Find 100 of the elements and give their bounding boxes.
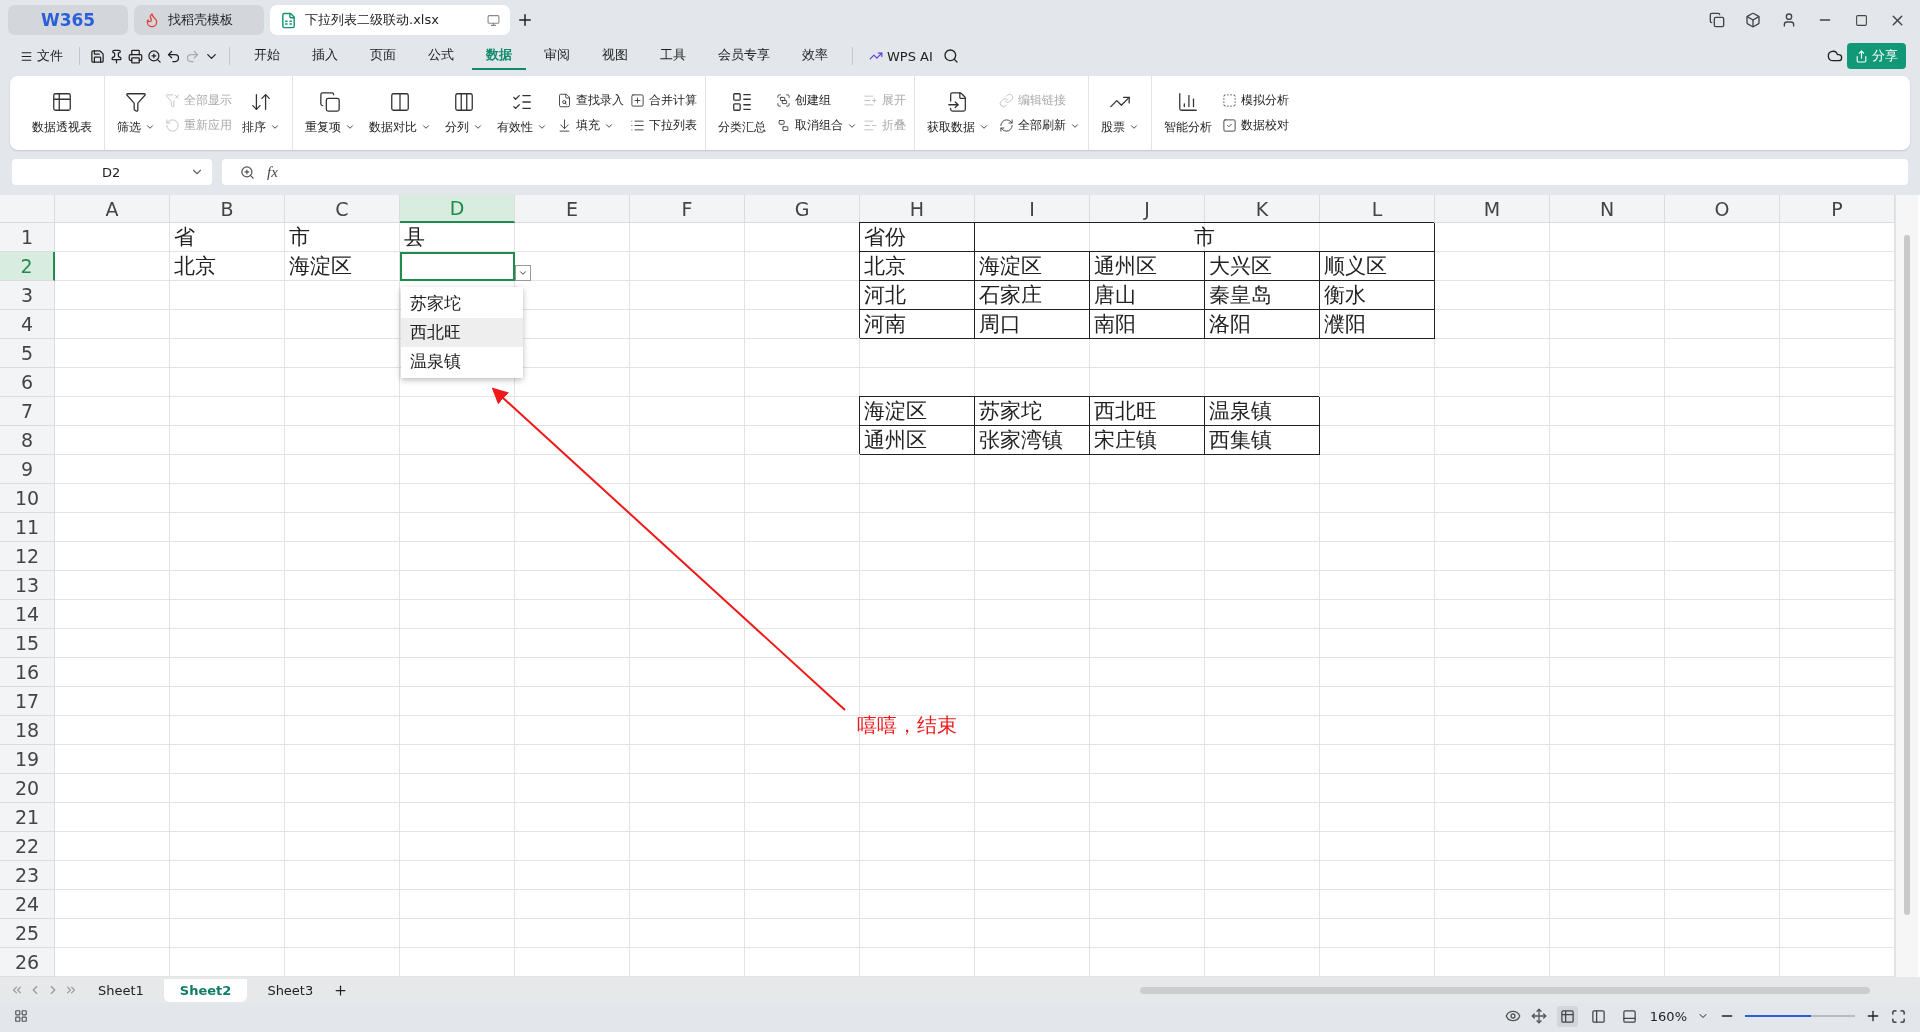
menu-tab[interactable]: 开始 (240, 42, 294, 70)
ribbon-button[interactable]: 筛选 (113, 90, 159, 136)
print-icon[interactable] (128, 48, 143, 64)
avatar-icon[interactable] (1781, 12, 1797, 28)
row-header[interactable]: 24 (0, 890, 55, 919)
row-header[interactable]: 2 (0, 252, 55, 281)
ribbon-button[interactable]: 智能分析 (1160, 90, 1216, 136)
sheet-tab[interactable]: Sheet3 (251, 978, 330, 1002)
column-header[interactable]: O (1665, 195, 1780, 223)
column-header[interactable]: P (1780, 195, 1895, 223)
share-button[interactable]: 分享 (1847, 43, 1906, 69)
ribbon-button[interactable]: 合并计算 (630, 92, 697, 109)
file-menu[interactable]: 文件 (14, 45, 69, 67)
row-header[interactable]: 3 (0, 281, 55, 310)
row-header[interactable]: 22 (0, 832, 55, 861)
add-sheet-icon[interactable] (333, 982, 349, 998)
title-tab[interactable]: 找稻壳模板 (134, 5, 264, 35)
cube-icon[interactable] (1745, 12, 1761, 28)
ribbon-button[interactable]: 数据对比 (365, 90, 435, 136)
row-header[interactable]: 8 (0, 426, 55, 455)
column-header[interactable]: L (1320, 195, 1435, 223)
ribbon-button[interactable]: 股票 (1097, 90, 1143, 136)
column-header[interactable]: I (975, 195, 1090, 223)
scrollbar-thumb[interactable] (1904, 235, 1910, 915)
column-header[interactable]: N (1550, 195, 1665, 223)
ai-button[interactable]: WPS AI (863, 46, 939, 66)
row-header[interactable]: 21 (0, 803, 55, 832)
column-header[interactable]: D (400, 195, 515, 223)
ribbon-button[interactable]: 查找录入 (557, 92, 624, 109)
title-tab[interactable]: 下拉列表二级联动.xlsx (270, 5, 510, 35)
column-header[interactable]: C (285, 195, 400, 223)
column-header[interactable]: H (860, 195, 975, 223)
row-header[interactable]: 4 (0, 310, 55, 339)
menu-tab[interactable]: 公式 (414, 42, 468, 70)
row-header[interactable]: 11 (0, 513, 55, 542)
dropdown-option[interactable]: 温泉镇 (401, 347, 523, 376)
row-header[interactable]: 6 (0, 368, 55, 397)
row-header[interactable]: 15 (0, 629, 55, 658)
zoom-icon[interactable] (240, 164, 255, 180)
column-header[interactable]: K (1205, 195, 1320, 223)
row-header[interactable]: 14 (0, 600, 55, 629)
ribbon-button[interactable]: 取消组合 (776, 117, 857, 134)
row-header[interactable]: 19 (0, 745, 55, 774)
ribbon-button[interactable]: 创建组 (776, 92, 857, 109)
horizontal-scrollbar[interactable] (1140, 986, 1870, 994)
row-header[interactable]: 10 (0, 484, 55, 513)
row-header[interactable]: 1 (0, 223, 55, 252)
ribbon-button[interactable]: 分类汇总 (714, 90, 770, 136)
title-tab[interactable]: W365 (8, 5, 128, 35)
view-mode-button[interactable] (1556, 1005, 1578, 1027)
row-header[interactable]: 23 (0, 861, 55, 890)
selected-cell[interactable] (400, 252, 515, 281)
ribbon-button[interactable]: 有效性 (493, 90, 551, 136)
name-box[interactable]: D2 (12, 159, 212, 185)
column-header[interactable]: J (1090, 195, 1205, 223)
row-header[interactable]: 26 (0, 948, 55, 977)
row-header[interactable]: 7 (0, 397, 55, 426)
row-header[interactable]: 17 (0, 687, 55, 716)
column-header[interactable]: E (515, 195, 630, 223)
menu-tab[interactable]: 会员专享 (704, 42, 784, 70)
column-header[interactable]: B (170, 195, 285, 223)
column-header[interactable]: M (1435, 195, 1550, 223)
menu-tab[interactable]: 工具 (646, 42, 700, 70)
fullscreen-icon[interactable] (1891, 1008, 1906, 1024)
column-header[interactable]: F (630, 195, 745, 223)
dropdown-option[interactable]: 苏家坨 (401, 289, 523, 318)
dropdown-button[interactable] (515, 265, 531, 281)
row-header[interactable]: 5 (0, 339, 55, 368)
ribbon-button[interactable]: 下拉列表 (630, 117, 697, 134)
menu-tab[interactable]: 效率 (788, 42, 842, 70)
undo-icon[interactable] (166, 48, 181, 64)
ribbon-button[interactable]: 全部刷新 (999, 117, 1080, 134)
column-header[interactable]: G (745, 195, 860, 223)
menu-tab[interactable]: 插入 (298, 42, 352, 70)
ribbon-button[interactable]: 模拟分析 (1222, 92, 1289, 109)
row-header[interactable]: 20 (0, 774, 55, 803)
new-tab-icon[interactable] (516, 11, 534, 29)
copy-icon[interactable] (1709, 12, 1725, 28)
ribbon-button[interactable]: 数据透视表 (28, 90, 96, 136)
search-icon[interactable] (942, 48, 959, 64)
row-header[interactable]: 9 (0, 455, 55, 484)
cloud-icon[interactable] (1827, 48, 1843, 64)
row-header[interactable]: 12 (0, 542, 55, 571)
ribbon-button[interactable]: 获取数据 (923, 90, 993, 136)
ribbon-button[interactable]: 分列 (441, 90, 487, 136)
pin-icon[interactable] (109, 48, 124, 64)
row-header[interactable]: 25 (0, 919, 55, 948)
column-header[interactable]: A (55, 195, 170, 223)
row-header[interactable]: 16 (0, 658, 55, 687)
dropdown-option[interactable]: 西北旺 (401, 318, 523, 347)
print-preview-icon[interactable] (147, 48, 162, 64)
row-header[interactable]: 13 (0, 571, 55, 600)
vertical-scrollbar[interactable] (1895, 195, 1918, 977)
menu-tab[interactable]: 页面 (356, 42, 410, 70)
ribbon-button[interactable]: 填充 (557, 117, 624, 134)
ribbon-button[interactable]: 数据校对 (1222, 117, 1289, 134)
sheet-tab[interactable]: Sheet2 (163, 978, 248, 1002)
restore-icon[interactable] (1854, 13, 1868, 27)
menu-tab[interactable]: 视图 (588, 42, 642, 70)
formula-field[interactable]: fx (222, 159, 1908, 185)
